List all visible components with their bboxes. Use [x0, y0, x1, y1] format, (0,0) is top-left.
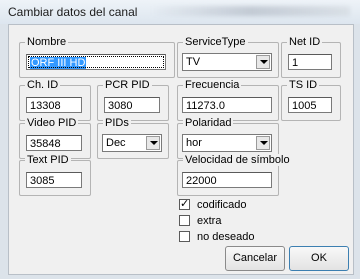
chevron-down-icon[interactable]: [256, 136, 270, 150]
ok-button[interactable]: OK: [289, 246, 349, 271]
service-type-group: ServiceType TV: [177, 36, 279, 78]
velocidad-input[interactable]: 22000: [182, 172, 272, 188]
codificado-checkbox[interactable]: ✓ codificado: [179, 198, 279, 212]
ch-id-group: Ch. ID 13308: [19, 79, 91, 121]
pids-value: Dec: [106, 137, 126, 149]
service-type-select[interactable]: TV: [182, 53, 272, 71]
title-bar[interactable]: Cambiar datos del canal: [0, 0, 360, 24]
net-id-label: Net ID: [287, 36, 323, 48]
service-type-label: ServiceType: [183, 36, 248, 48]
no-deseado-label: no deseado: [197, 231, 255, 243]
frecuencia-input[interactable]: 11273.0: [182, 97, 272, 113]
pids-label: PIDs: [103, 117, 131, 129]
net-id-input[interactable]: 1: [288, 54, 332, 70]
text-pid-label: Text PID: [25, 154, 71, 166]
text-pid-input[interactable]: 3085: [26, 172, 82, 188]
frecuencia-group: Frecuencia 11273.0: [177, 79, 279, 121]
chevron-down-icon[interactable]: [146, 136, 160, 150]
polaridad-select[interactable]: hor: [182, 134, 272, 152]
ts-id-input[interactable]: 1005: [288, 97, 332, 113]
pids-group: PIDs Dec: [97, 117, 169, 159]
polaridad-label: Polaridad: [183, 117, 234, 129]
frecuencia-label: Frecuencia: [183, 79, 242, 91]
ch-id-input[interactable]: 13308: [26, 97, 82, 113]
no-deseado-checkbox[interactable]: no deseado: [179, 230, 279, 244]
ts-id-label: TS ID: [287, 79, 320, 91]
nombre-group: Nombre ORF III HD: [19, 36, 175, 78]
checkbox-box[interactable]: ✓: [179, 198, 190, 210]
velocidad-label: Velocidad de símbolo: [183, 154, 292, 166]
ch-id-label: Ch. ID: [25, 79, 61, 91]
pcr-pid-input[interactable]: 3080: [104, 97, 160, 113]
chevron-down-icon[interactable]: [256, 55, 270, 69]
check-icon: ✓: [180, 198, 190, 210]
extra-label: extra: [197, 215, 222, 227]
checkbox-box[interactable]: [179, 231, 190, 242]
extra-checkbox[interactable]: extra: [179, 214, 279, 228]
cancel-button[interactable]: Cancelar: [225, 246, 285, 271]
video-pid-label: Video PID: [25, 117, 79, 129]
service-type-value: TV: [186, 56, 201, 68]
pcr-pid-label: PCR PID: [103, 79, 152, 91]
net-id-group: Net ID 1: [281, 36, 341, 78]
video-pid-input[interactable]: 35848: [26, 135, 82, 151]
nombre-value: ORF III HD: [30, 57, 87, 69]
nombre-label: Nombre: [25, 36, 69, 48]
polaridad-value: hor: [186, 137, 202, 149]
channel-dialog: Nombre ORF III HD ServiceType TV Net ID …: [8, 24, 354, 275]
text-pid-group: Text PID 3085: [19, 154, 91, 196]
velocidad-group: Velocidad de símbolo 22000: [177, 154, 292, 196]
ts-id-group: TS ID 1005: [281, 79, 341, 121]
codificado-label: codificado: [197, 199, 247, 211]
window-title: Cambiar datos del canal: [8, 5, 138, 19]
nombre-input[interactable]: ORF III HD: [26, 54, 166, 70]
pcr-pid-group: PCR PID 3080: [97, 79, 169, 121]
checkbox-box[interactable]: [179, 215, 190, 226]
pids-select[interactable]: Dec: [102, 134, 162, 152]
blurred-background-area: [150, 6, 350, 16]
